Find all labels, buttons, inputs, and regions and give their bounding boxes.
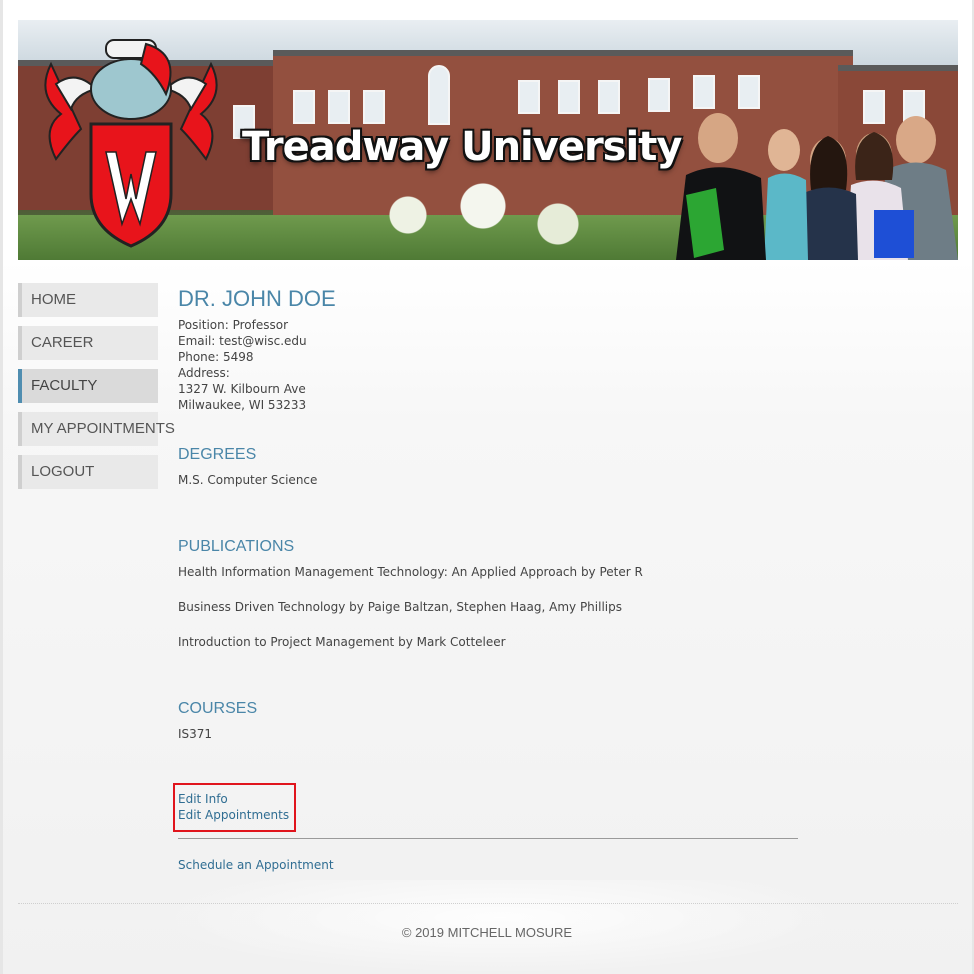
degree-item: M.S. Computer Science [178,473,318,487]
sidebar-item-my-appointments[interactable]: MY APPOINTMENTS [18,412,175,446]
degrees-heading: DEGREES [178,446,257,463]
position-text: Position: Professor [178,318,289,332]
students-photo [676,113,958,260]
banner-window [598,80,620,114]
sidebar-item-career[interactable]: CAREER [18,326,158,360]
banner-window [518,80,540,114]
banner-trees [318,170,618,260]
phone-text: Phone: 5498 [178,350,254,364]
banner-window [293,90,315,124]
publication-item: Introduction to Project Management by Ma… [178,635,506,649]
edit-appointments-link[interactable]: Edit Appointments [178,807,289,823]
schedule-appointment-link[interactable]: Schedule an Appointment [178,857,334,873]
email-text: Email: test@wisc.edu [178,334,307,348]
address-line2: Milwaukee, WI 53233 [178,398,307,412]
edit-info-link[interactable]: Edit Info [178,791,228,807]
banner-window [558,80,580,114]
address-line1: 1327 W. Kilbourn Ave [178,382,306,396]
sidebar-item-logout[interactable]: LOGOUT [18,455,158,489]
publication-item: Business Driven Technology by Paige Balt… [178,600,622,614]
publications-heading: PUBLICATIONS [178,538,295,555]
divider [178,838,798,839]
footer-copyright: © 2019 MITCHELL MOSURE [401,925,573,940]
header-banner: Treadway University [18,20,958,260]
university-crest-logo [44,39,218,248]
banner-title: Treadway University [242,124,682,170]
banner-window [428,65,450,125]
courses-heading: COURSES [178,700,258,717]
faculty-name: DR. JOHN DOE [178,286,336,311]
address-label: Address: [178,366,230,380]
sidebar-item-home[interactable]: HOME [18,283,158,317]
banner-window [363,90,385,124]
course-item: IS371 [178,727,213,741]
footer-divider [18,903,958,904]
banner-window [328,90,350,124]
publication-item: Health Information Management Technology… [178,565,643,579]
sidebar-item-faculty[interactable]: FACULTY [18,369,158,403]
sidebar-nav: HOME CAREER FACULTY MY APPOINTMENTS LOGO… [18,283,175,498]
